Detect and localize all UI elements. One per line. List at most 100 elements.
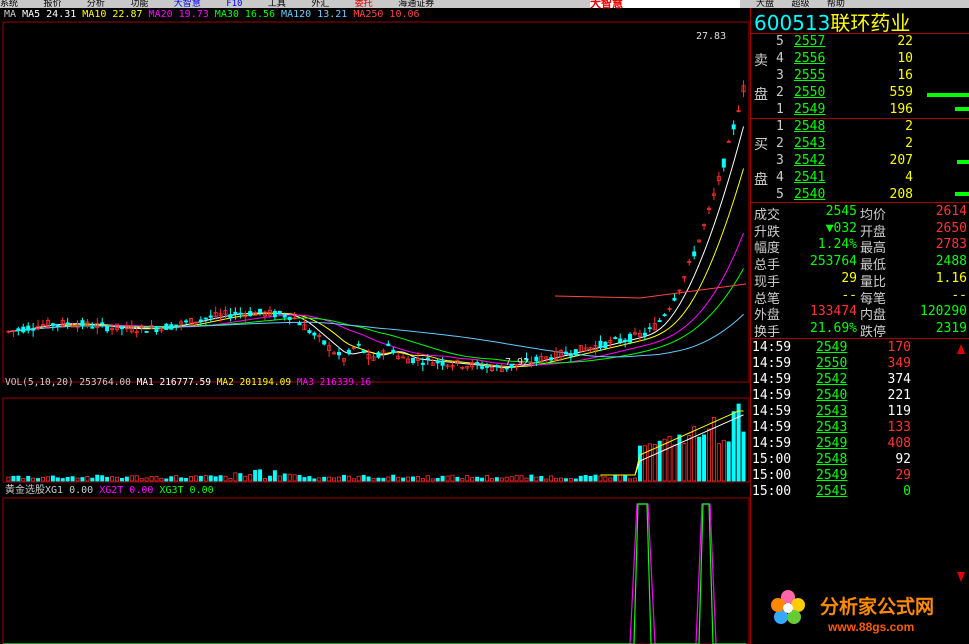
menu-item-dzh[interactable]: 大智慧 [174,0,201,8]
stock-code: 600513 [754,11,831,35]
volume-bar [356,475,361,482]
volume-bar [613,474,618,482]
candle-body [336,351,341,356]
menu-item-system[interactable]: 系统 [0,0,18,8]
price: 2542 [794,153,826,168]
tick-time: 14:59 [752,436,792,451]
volume-bar [697,436,702,482]
candle-body [258,308,263,314]
ma250-line [554,283,747,299]
tick-volume: 170 [887,340,911,355]
ask-row-4[interactable]: 4 2556 10 [752,51,969,68]
menu-item-broker[interactable]: 海通证券 [398,0,434,8]
menu-item-tools[interactable]: 工具 [268,0,286,8]
vol-ma1: MA1 216777.59 [136,377,211,388]
ask-row-5[interactable]: 5 2557 22 [752,34,969,51]
menu-item-trade[interactable]: 委托 [355,0,373,8]
volume-bar [277,475,282,482]
tick-time: 15:00 [752,468,792,483]
candle-body [603,341,608,349]
tick-price: 2550 [816,356,848,371]
candle-body [672,297,677,301]
bid-row-3[interactable]: 3 2542 207 [752,153,969,170]
candle-body [731,124,736,130]
volume: 4 [905,170,913,185]
vol-value: 253764.00 [79,377,131,388]
kline-chart[interactable]: 27.83 7.92 [0,8,750,644]
tick-row[interactable]: 15:00 2545 0 [752,484,969,501]
menu-item-quotes[interactable]: 报价 [43,0,61,8]
candle-body [410,357,415,364]
volume-bar [519,475,524,482]
menu-item-functions[interactable]: 功能 [130,0,148,8]
volume-bars [6,403,746,482]
ask-row-1[interactable]: 1 2549 196 [752,102,969,119]
stat-value: 2319 [935,320,967,336]
menu-item-forex[interactable]: 外汇 [311,0,329,8]
volume-bar [223,475,228,482]
ind-xg3: XG3T 0.00 [159,485,214,496]
volume-bar [514,475,519,482]
vol-title: VOL(5,10,20) [5,377,74,388]
price-min-label: 7.92 [505,357,529,368]
divider [750,118,969,119]
ind-xg2: XG2T 0.00 [99,485,154,496]
candle-body [563,351,568,355]
tick-row[interactable]: 14:59 2543 119 [752,404,969,421]
candle-body [494,365,499,367]
tick-row[interactable]: 14:59 2540 221 [752,388,969,405]
candle-body [233,311,238,315]
volume-bar [633,477,638,482]
menu-item-analysis[interactable]: 分析 [87,0,105,8]
volume-bar [509,476,514,482]
tick-volume: 408 [887,436,911,451]
tick-row[interactable]: 14:59 2549 408 [752,436,969,453]
stat-value: 2783 [935,237,967,253]
depth-bar [955,107,969,111]
volume-bar [213,476,218,482]
tick-row[interactable]: 14:59 2542 374 [752,372,969,389]
bid-row-2[interactable]: 2 2543 2 [752,136,969,153]
volume-bar [593,474,598,482]
volume-bar [253,470,258,482]
tick-row[interactable]: 15:00 2548 92 [752,452,969,469]
stat-value: 1.24% [817,237,857,253]
stat-value: -- [841,287,857,303]
candle-body [726,140,731,143]
volume-bar [702,434,707,482]
volume-bar [716,443,721,482]
level: 2 [776,85,784,100]
volume-bar [336,476,341,482]
level: 2 [776,136,784,151]
ma-line [8,168,745,368]
tick-row[interactable]: 14:59 2543 133 [752,420,969,437]
stat-value: 133474 [810,304,857,320]
tick-volume: 374 [887,372,911,387]
bid-row-4[interactable]: 4 2541 4 [752,170,969,187]
tick-row[interactable]: 14:59 2550 349 [752,356,969,373]
menu-item-f10[interactable]: F10 [226,0,242,8]
watermark-url: www.88gs.com [828,620,915,634]
volume-bar [603,476,608,482]
flower-icon [771,590,805,624]
bid-row-1[interactable]: 1 2548 2 [752,119,969,136]
volume-bar [682,443,687,482]
volume-bar [499,477,504,482]
volume-bar [741,431,746,482]
tick-row[interactable]: 14:59 2549 170 [752,340,969,357]
volume-bar [652,443,657,482]
volume: 22 [897,34,913,49]
tick-row[interactable]: 15:00 2549 29 [752,468,969,485]
volume-bar [440,475,445,482]
candle-body [169,324,174,330]
ask-row-3[interactable]: 3 2555 16 [752,68,969,85]
tick-scrollbar[interactable] [955,340,967,585]
volume-bar [554,477,559,482]
candle-body [504,367,509,370]
stat-row: 升跌 ▼032 开盘 2650 [752,221,969,240]
volume-bar [430,478,435,482]
candle-body [346,349,351,354]
level: 3 [776,153,784,168]
tick-time: 14:59 [752,340,792,355]
volume-bar [391,474,396,482]
